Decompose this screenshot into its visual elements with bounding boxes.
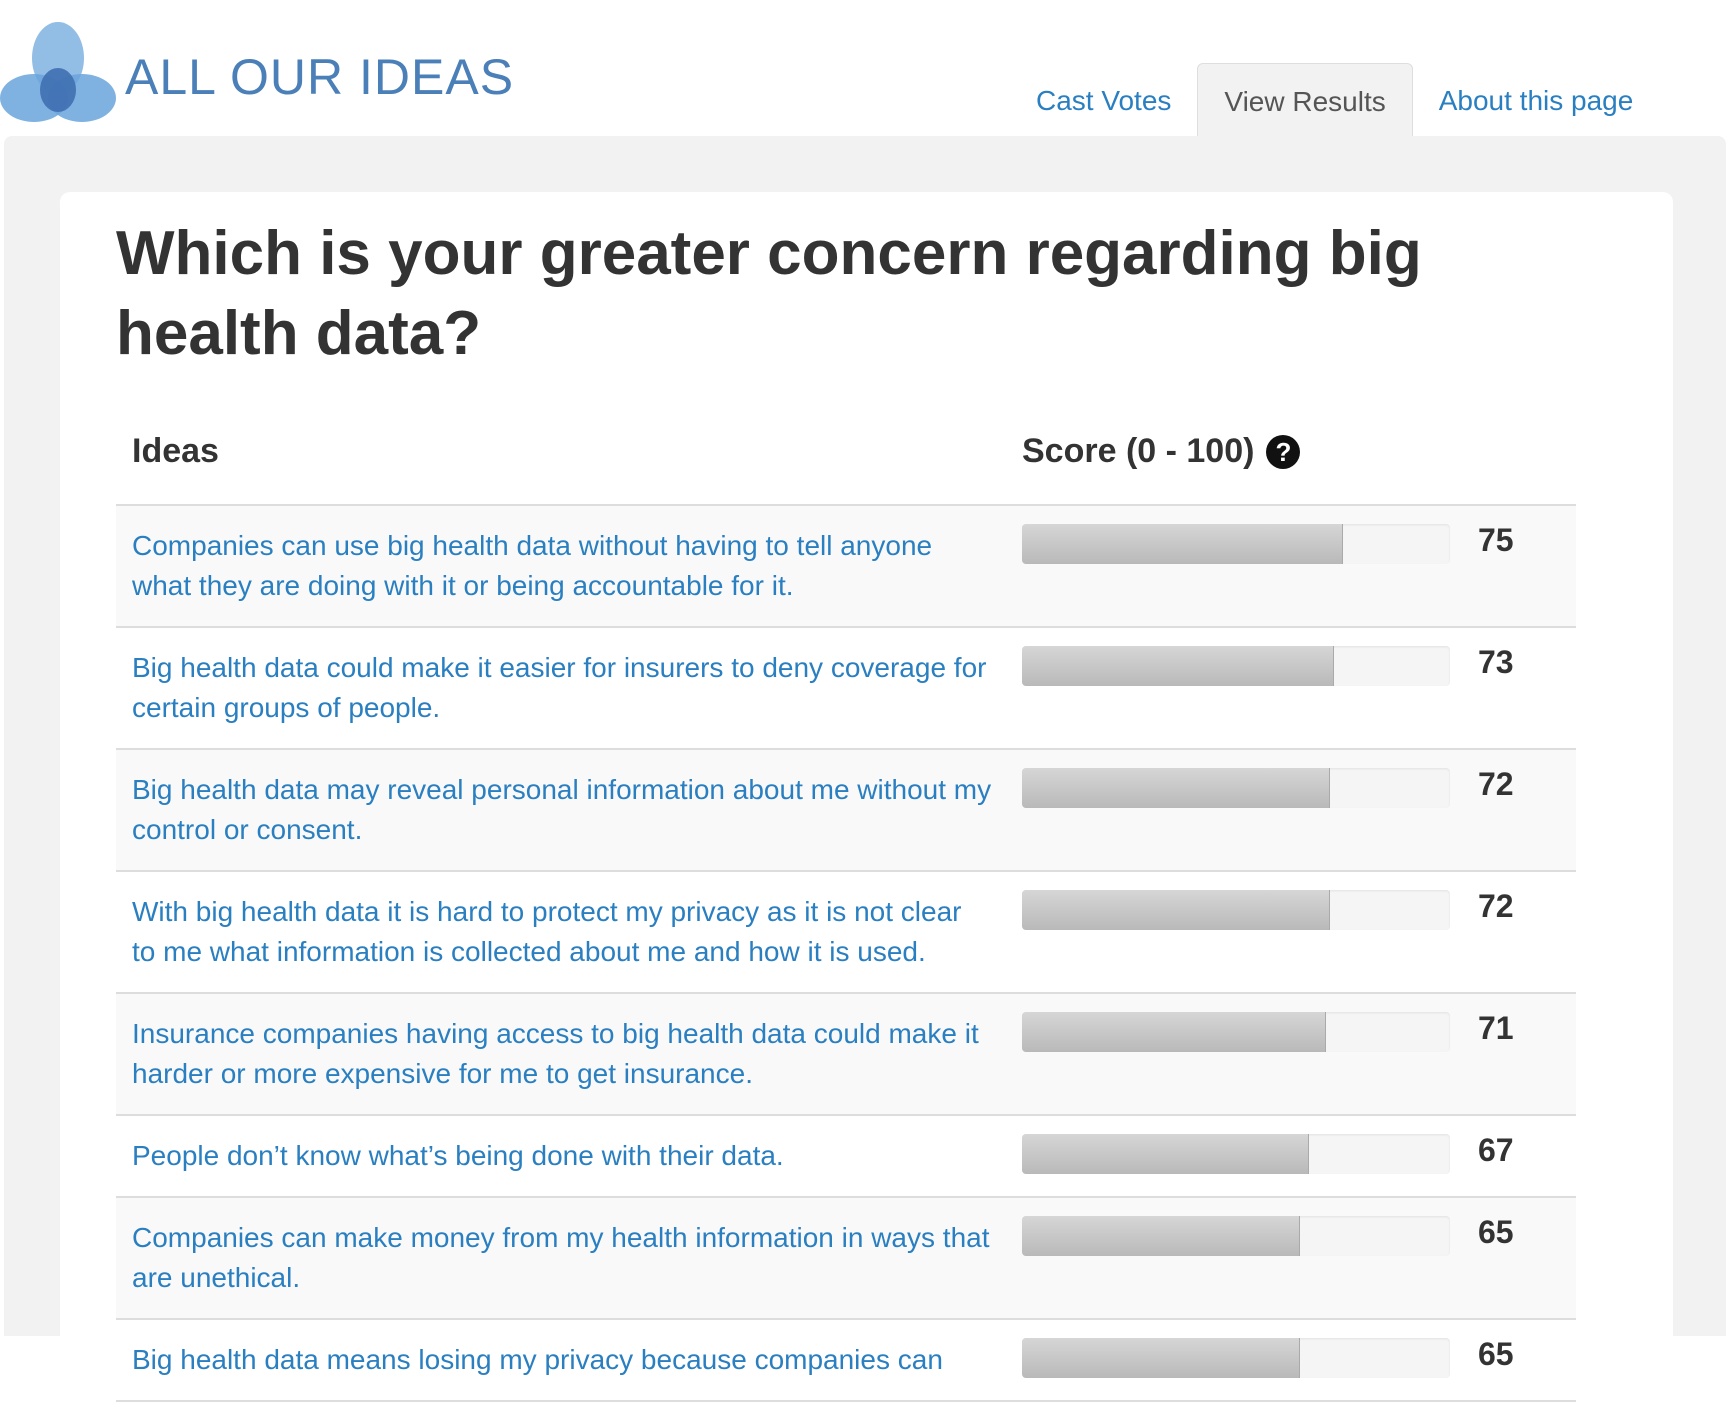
score-value: 65 — [1478, 1336, 1514, 1372]
table-row: People don’t know what’s being done with… — [116, 1116, 1576, 1198]
score-value: 71 — [1478, 1010, 1514, 1046]
table-row: With big health data it is hard to prote… — [116, 872, 1576, 994]
idea-link[interactable]: Insurance companies having access to big… — [132, 1014, 992, 1094]
table-row: Big health data may reveal personal info… — [116, 750, 1576, 872]
score-bar-fill — [1022, 646, 1335, 686]
score-bar — [1022, 1012, 1450, 1052]
score-bar-fill — [1022, 1012, 1326, 1052]
question-mark-icon[interactable]: ? — [1266, 434, 1301, 469]
header-score: Score (0 - 100) ? — [1022, 432, 1301, 471]
idea-link[interactable]: Big health data could make it easier for… — [132, 648, 992, 728]
score-bar — [1022, 1338, 1450, 1378]
logo[interactable]: ALL OUR IDEAS — [0, 20, 520, 130]
score-value: 73 — [1478, 644, 1514, 680]
content-panel: Which is your greater concern regarding … — [4, 136, 1726, 1402]
score-value: 72 — [1478, 766, 1514, 802]
score-value: 75 — [1478, 522, 1514, 558]
table-header: Ideas Score (0 - 100) ? — [116, 412, 1576, 506]
results-table: Ideas Score (0 - 100) ? Companies can us… — [116, 412, 1576, 1402]
question-title: Which is your greater concern regarding … — [116, 219, 1422, 368]
header-score-label: Score (0 - 100) — [1022, 432, 1255, 470]
score-bar-fill — [1022, 890, 1331, 930]
score-bar-fill — [1022, 768, 1331, 808]
logo-trefoil-icon — [0, 22, 116, 122]
score-value: 67 — [1478, 1132, 1514, 1168]
idea-link[interactable]: Big health data means losing my privacy … — [132, 1340, 992, 1380]
score-bar-fill — [1022, 524, 1343, 564]
score-bar — [1022, 1134, 1450, 1174]
results-card: Which is your greater concern regarding … — [60, 192, 1673, 1402]
table-row: Insurance companies having access to big… — [116, 994, 1576, 1116]
score-value: 65 — [1478, 1214, 1514, 1250]
score-bar-fill — [1022, 1134, 1309, 1174]
score-bar — [1022, 890, 1450, 930]
idea-link[interactable]: People don’t know what’s being done with… — [132, 1136, 992, 1176]
score-bar-fill — [1022, 1216, 1301, 1256]
score-bar — [1022, 1216, 1450, 1256]
header-ideas: Ideas — [132, 432, 219, 470]
score-bar — [1022, 768, 1450, 808]
table-row: Big health data could make it easier for… — [116, 628, 1576, 750]
idea-link[interactable]: With big health data it is hard to prote… — [132, 892, 992, 972]
tab-about-this-page[interactable]: About this page — [1413, 63, 1660, 138]
table-body: Companies can use big health data withou… — [116, 506, 1576, 1402]
score-bar — [1022, 524, 1450, 564]
table-row: Big health data means losing my privacy … — [116, 1320, 1576, 1402]
idea-link[interactable]: Companies can use big health data withou… — [132, 526, 992, 606]
idea-link[interactable]: Companies can make money from my health … — [132, 1218, 992, 1298]
table-row: Companies can use big health data withou… — [116, 506, 1576, 628]
tab-cast-votes[interactable]: Cast Votes — [1010, 63, 1197, 138]
score-value: 72 — [1478, 888, 1514, 924]
tab-view-results[interactable]: View Results — [1197, 63, 1413, 138]
idea-link[interactable]: Big health data may reveal personal info… — [132, 770, 992, 850]
logo-text: ALL OUR IDEAS — [125, 49, 515, 105]
nav-tabs: Cast Votes View Results About this page — [1010, 63, 1659, 138]
score-bar-fill — [1022, 1338, 1301, 1378]
table-row: Companies can make money from my health … — [116, 1198, 1576, 1320]
score-bar — [1022, 646, 1450, 686]
